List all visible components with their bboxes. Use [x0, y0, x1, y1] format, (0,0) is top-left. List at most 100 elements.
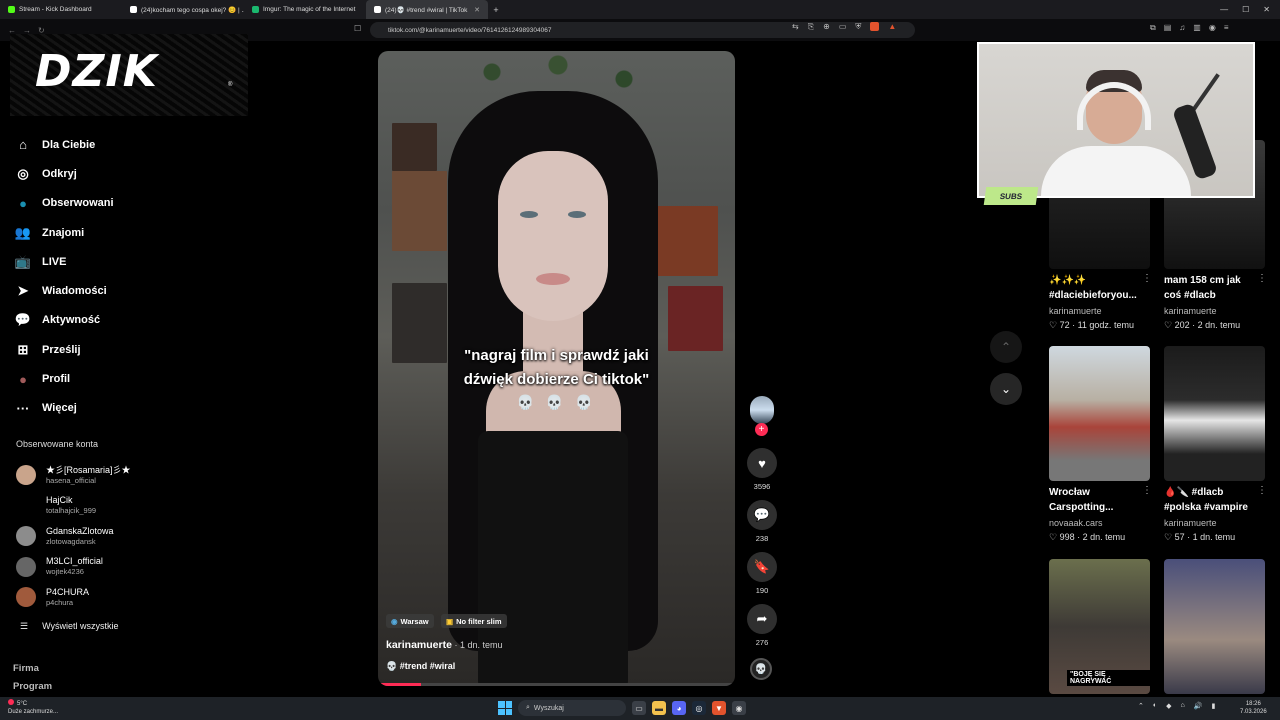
video-thumbnail[interactable] [1164, 346, 1265, 481]
video-author[interactable]: karinamuerte [1164, 518, 1217, 528]
tab-tiktok-active[interactable]: (24)💀 #trend #wiral | TikTok ✕ [366, 0, 488, 19]
footer-link-company[interactable]: Firma [13, 663, 39, 674]
location-tag[interactable]: ◉ Warsaw [386, 614, 434, 628]
creator-avatar[interactable] [750, 396, 774, 424]
reader-icon[interactable]: ⇆ [792, 22, 799, 32]
rewards-icon[interactable]: ▲ [888, 22, 896, 32]
bookmark-icon[interactable]: 🔖 [747, 552, 777, 582]
zoom-icon[interactable]: ⊕ [823, 22, 830, 32]
discord-icon[interactable]: ◕ [672, 701, 686, 715]
bookmark-icon[interactable]: ☐ [354, 24, 361, 33]
sidebar-item-label: Dla Ciebie [42, 138, 96, 151]
show-all-button[interactable]: ☰ Wyświetl wszystkie [20, 621, 119, 632]
more-options-icon[interactable]: ⋮ [1257, 485, 1267, 496]
more-options-icon[interactable]: ⋮ [1142, 273, 1152, 284]
like-action[interactable]: ♥ 3596 [746, 448, 778, 491]
tray-app-icon[interactable]: ◆ [1166, 702, 1171, 710]
profile-avatar-icon: ● [19, 371, 27, 387]
video-author[interactable]: karinamuerte [1164, 306, 1217, 316]
more-options-icon[interactable]: ⋮ [1142, 485, 1152, 496]
video-player[interactable]: "nagraj film i sprawdź jaki dźwięk dobie… [378, 51, 735, 686]
sidebar-item-znajomi[interactable]: 👥 Znajomi [14, 218, 174, 247]
battery-icon[interactable]: ▮ [1211, 702, 1215, 710]
effect-tag[interactable]: ▣ No filter slim [441, 614, 507, 628]
footer-link-program[interactable]: Program [13, 681, 52, 692]
share-action[interactable]: ➦ 276 [746, 604, 778, 647]
video-author[interactable]: karinamuerte · 1 dn. temu [386, 639, 502, 651]
video-description[interactable]: 💀 #trend #wiral [386, 661, 455, 672]
tab-tiktok-cosplay[interactable]: (24)kocham tego cospa okej? 😊 | ... [122, 0, 244, 19]
steam-icon[interactable]: ◎ [692, 701, 706, 715]
taskbar-search[interactable]: ⌕ Wyszukaj [518, 700, 626, 716]
windows-start-icon[interactable] [498, 701, 512, 715]
weather-icon [8, 699, 14, 705]
video-author[interactable]: karinamuerte [1049, 306, 1102, 316]
menu-icon[interactable]: ≡ [1224, 23, 1229, 33]
sidebar-item-wiadomo-ci[interactable]: ➤ Wiadomości [14, 276, 174, 305]
save-action[interactable]: 🔖 190 [746, 552, 778, 595]
taskbar-clock[interactable]: 18:26 7.03.2026 [1240, 700, 1267, 716]
share-icon[interactable]: ⎘ [808, 22, 814, 32]
comment-icon[interactable]: 💬 [747, 500, 777, 530]
sidebar-item-wi-cej[interactable]: ··· Więcej [14, 394, 174, 423]
sidebar-item-prze-lij[interactable]: ⊞ Prześlij [14, 335, 174, 364]
minimize-icon[interactable]: — [1220, 5, 1228, 14]
follow-plus-icon[interactable]: + [755, 423, 768, 436]
sidebar-item-odkryj[interactable]: ◎ Odkryj [14, 159, 174, 188]
followed-account[interactable]: M3LCI_official wojtek4236 [16, 553, 196, 581]
logo-text: DZIK [35, 46, 158, 97]
new-tab-button[interactable]: + [488, 5, 504, 15]
profile-icon[interactable]: ◉ [1209, 23, 1216, 33]
video-title[interactable]: ✨✨✨ #dlaciebieforyou... [1049, 273, 1141, 303]
video-thumbnail[interactable] [1049, 346, 1150, 481]
music-icon[interactable]: ♫ [1179, 23, 1185, 33]
sidebar-toggle-icon[interactable]: ▤ [1164, 23, 1172, 33]
network-icon[interactable]: ⌂ [1181, 702, 1185, 710]
previous-video-button[interactable]: ⌃ [990, 331, 1022, 363]
video-stats: ♡ 57 · 1 dn. temu [1164, 532, 1236, 542]
file-explorer-icon[interactable]: ▬ [652, 701, 666, 715]
task-view-icon[interactable]: ▭ [632, 701, 646, 715]
tray-chevron-icon[interactable]: ⌃ [1138, 702, 1144, 710]
video-title[interactable]: Wrocław Carspotting... [1049, 485, 1141, 515]
video-title[interactable]: 🩸🔪 #dlacb #polska #vampire [1164, 485, 1256, 515]
list-icon: ☰ [20, 621, 29, 631]
volume-icon[interactable]: 🔊 [1194, 702, 1203, 710]
followed-account[interactable]: P4CHURA p4chura [16, 583, 196, 611]
comment-action[interactable]: 💬 238 [746, 500, 778, 543]
close-window-icon[interactable]: ✕ [1263, 5, 1270, 14]
video-author[interactable]: novaaak.cars [1049, 518, 1103, 528]
maximize-icon[interactable]: ☐ [1242, 5, 1249, 14]
tray-app-icon[interactable]: ◐ [1153, 702, 1157, 710]
sidebar-item-live[interactable]: 📺 LIVE [14, 247, 174, 276]
share-arrow-icon[interactable]: ➦ [747, 604, 777, 634]
followed-account[interactable]: HajCik totalhajcik_999 [16, 492, 196, 520]
subject-face [498, 151, 608, 321]
sidebar-item-profil[interactable]: ● Profil [14, 364, 174, 393]
obs-icon[interactable]: ◉ [732, 701, 746, 715]
wallet-icon[interactable]: ▥ [1193, 23, 1201, 33]
tab-kick-dashboard[interactable]: Stream - Kick Dashboard [0, 0, 122, 19]
video-thumbnail[interactable] [1164, 559, 1265, 694]
sidebar-item-dla-ciebie[interactable]: ⌂ Dla Ciebie [14, 130, 174, 159]
followed-account[interactable]: ★彡[Rosamaria]彡★ hasena_official [16, 461, 196, 489]
sidebar-item-obserwowani[interactable]: ● Obserwowani [14, 189, 174, 218]
video-progress-bar[interactable] [378, 683, 735, 686]
brave-shields-icon[interactable] [870, 22, 880, 31]
sidebar-item-aktywno-[interactable]: 💬 Aktywność [14, 306, 174, 335]
shield-icon[interactable]: ⛨ [855, 22, 861, 32]
extensions-icon[interactable]: ⧉ [1150, 23, 1156, 33]
video-title[interactable]: mam 158 cm jak coś #dlacb [1164, 273, 1256, 303]
sound-disc-icon[interactable]: 💀 [750, 658, 772, 680]
cast-icon[interactable]: ▭ [839, 22, 847, 32]
account-handle: wojtek4236 [46, 567, 84, 576]
next-video-button[interactable]: ⌄ [990, 373, 1022, 405]
tab-imgur[interactable]: Imgur: The magic of the Internet [244, 0, 366, 19]
weather-widget[interactable]: 5°C Duże zachmurze... [8, 699, 58, 716]
heart-icon[interactable]: ♥ [747, 448, 777, 478]
brave-icon[interactable]: ▼ [712, 701, 726, 715]
followed-account[interactable]: GdanskaZlotowa zlotowagdansk [16, 522, 196, 550]
more-options-icon[interactable]: ⋮ [1257, 273, 1267, 284]
video-thumbnail[interactable]: "BOJĘ SIĘ NAGRYWAĆ [1049, 559, 1150, 694]
close-tab-icon[interactable]: ✕ [474, 6, 480, 14]
